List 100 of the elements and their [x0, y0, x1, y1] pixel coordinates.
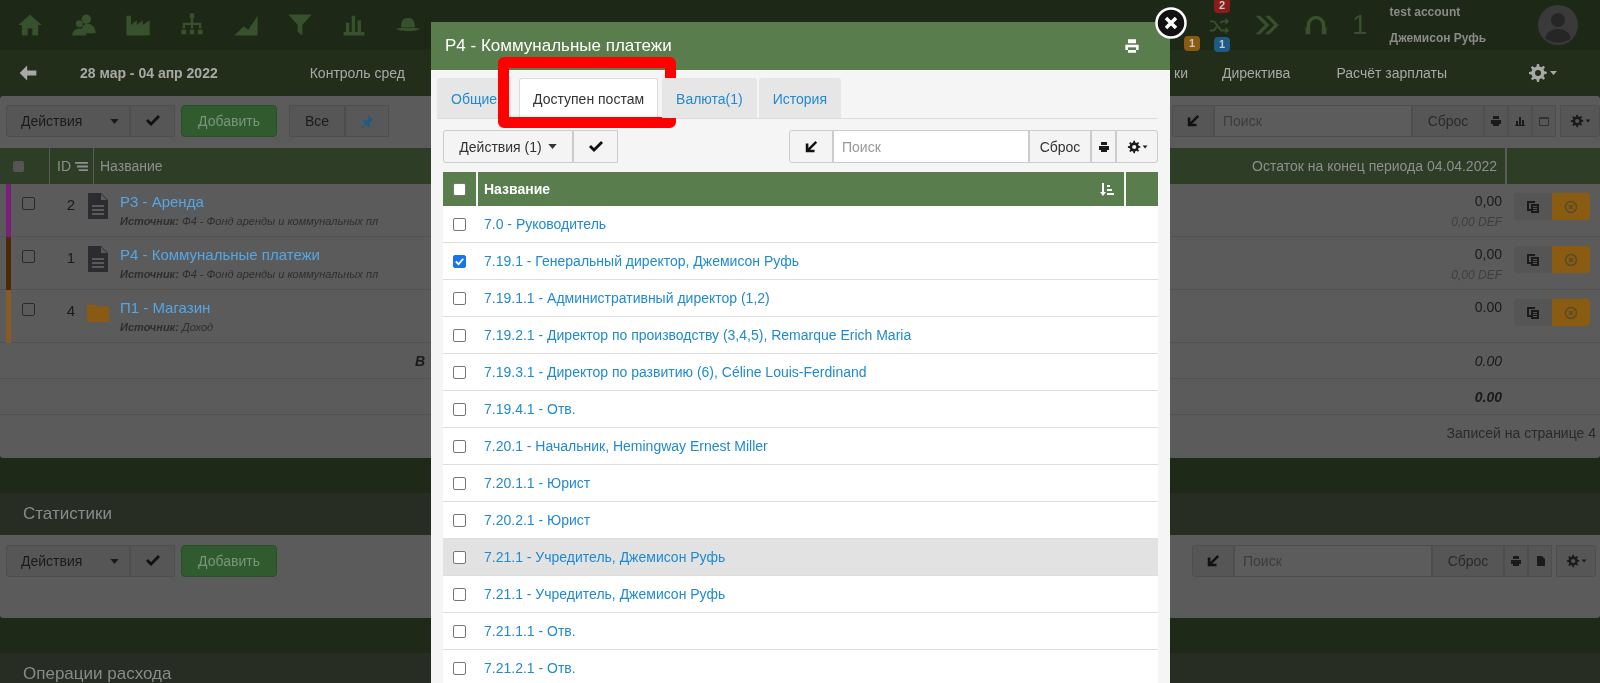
cancel-icon: [1564, 305, 1578, 320]
settings-icon[interactable]: [1527, 63, 1557, 83]
delete-button[interactable]: [1552, 246, 1590, 273]
post-link[interactable]: 7.19.4.1 - Отв.: [476, 401, 576, 417]
checkbox[interactable]: [453, 217, 466, 231]
back-arrow-icon[interactable]: [18, 63, 38, 83]
checkbox[interactable]: [22, 250, 35, 263]
period-label[interactable]: 28 мар - 04 апр 2022: [80, 65, 218, 81]
actions-dropdown[interactable]: Действия: [6, 545, 130, 577]
document-icon: [87, 193, 109, 219]
copy-icon: [1526, 199, 1540, 214]
checkbox[interactable]: [22, 197, 35, 210]
item-link[interactable]: Р4 - Коммунальные платежи: [120, 246, 379, 263]
menu-link[interactable]: Директива: [1221, 65, 1291, 81]
sort-icon[interactable]: [75, 160, 88, 172]
table-row[interactable]: 7.19.1 - Генеральный директор, Джемисон Руфь: [443, 243, 1158, 280]
checkbox[interactable]: [453, 254, 466, 268]
select-all-checkbox[interactable]: [13, 160, 24, 172]
print-icon[interactable]: [1124, 38, 1140, 54]
table-row[interactable]: 7.20.1 - Начальник, Hemingway Ernest Miller: [443, 428, 1158, 465]
table-row[interactable]: 7.21.1 - Учредитель, Джемисон Руфь: [443, 576, 1158, 613]
checkbox[interactable]: [453, 661, 466, 675]
actions-dropdown[interactable]: Действия: [6, 105, 130, 137]
table-row[interactable]: 7.19.2.1 - Директор по производству (3,4,5), Remarque Erich Maria: [443, 317, 1158, 354]
table-row[interactable]: 7.20.1.1 - Юрист: [443, 465, 1158, 502]
delete-button[interactable]: [1552, 193, 1590, 220]
all-button[interactable]: Все: [289, 105, 345, 137]
checkbox[interactable]: [453, 476, 466, 490]
post-link[interactable]: 7.0 - Руководитель: [476, 216, 607, 232]
total-value: 0.00: [1474, 388, 1502, 405]
menu-link[interactable]: Расчёт зарплаты: [1336, 65, 1447, 81]
print-icon: [1490, 115, 1502, 127]
add-button[interactable]: Добавить: [181, 105, 277, 137]
post-link[interactable]: 7.21.1.1 - Отв.: [476, 623, 576, 639]
balance-value: 0,00: [1474, 193, 1502, 209]
post-link[interactable]: 7.20.2.1 - Юрист: [476, 512, 591, 528]
post-link[interactable]: 7.19.2.1 - Директор по производству (3,4,5), Remarque Erich Maria: [476, 327, 912, 343]
copy-button[interactable]: [1514, 299, 1552, 326]
settings-icon: [1569, 114, 1591, 128]
table-row[interactable]: 7.19.4.1 - Отв.: [443, 391, 1158, 428]
table-row[interactable]: 7.21.2.1 - Отв.: [443, 650, 1158, 683]
notification-badge: 1: [1184, 36, 1201, 51]
item-link[interactable]: П1 - Магазин: [120, 299, 214, 316]
menu-link[interactable]: ки: [1174, 65, 1188, 81]
delete-button[interactable]: [1552, 299, 1590, 326]
sort-icon[interactable]: [1100, 182, 1114, 196]
tab[interactable]: История: [758, 78, 841, 118]
copy-button[interactable]: [1514, 246, 1552, 273]
copy-button[interactable]: [1514, 193, 1552, 220]
avatar-icon[interactable]: [1537, 5, 1578, 45]
copy-icon: [1526, 305, 1540, 320]
table-row[interactable]: 7.19.3.1 - Директор по развитию (6), Céline Louis-Ferdinand: [443, 354, 1158, 391]
column-header[interactable]: Остаток на конец периода 04.04.2022: [1252, 158, 1505, 174]
post-link[interactable]: 7.20.1.1 - Юрист: [476, 475, 591, 491]
checkbox[interactable]: [453, 513, 466, 527]
arrow-icon: [804, 139, 818, 154]
user-name: Джемисон Руфь: [1389, 31, 1488, 45]
item-link[interactable]: Р3 - Аренда: [120, 193, 379, 210]
column-header[interactable]: Название: [93, 148, 163, 184]
column-header[interactable]: Название: [484, 181, 551, 197]
settings-icon: [1126, 139, 1148, 154]
checkbox[interactable]: [453, 328, 466, 342]
tab[interactable]: Валюта(1): [662, 78, 757, 118]
table-row[interactable]: 7.20.2.1 - Юрист: [443, 502, 1158, 539]
checkmark-icon: [144, 113, 161, 129]
modal-title: Р4 - Коммунальные платежи: [445, 36, 672, 56]
checkbox[interactable]: [22, 303, 35, 316]
post-link[interactable]: 7.20.1 - Начальник, Hemingway Ernest Miller: [476, 438, 768, 454]
tab[interactable]: Доступен постам: [519, 78, 659, 119]
post-link[interactable]: 7.19.3.1 - Директор по развитию (6), Céline Louis-Ferdinand: [476, 364, 867, 380]
table-row[interactable]: 7.21.1.1 - Отв.: [443, 613, 1158, 650]
add-button[interactable]: Добавить: [181, 545, 277, 577]
checkbox[interactable]: [453, 624, 466, 638]
arrow-icon: [1186, 114, 1200, 128]
id-cell-text: 4: [65, 302, 75, 319]
post-link[interactable]: 7.21.2.1 - Отв.: [476, 660, 576, 676]
menu-link[interactable]: Контроль сред: [309, 65, 405, 81]
checkbox[interactable]: [453, 365, 466, 379]
cancel-icon: [1564, 252, 1578, 267]
post-link[interactable]: 7.19.1.1 - Административный директор (1,2): [476, 290, 770, 306]
reset-button[interactable]: Сброс: [1029, 130, 1091, 163]
calendar-button[interactable]: [1532, 105, 1556, 137]
table-row[interactable]: 7.19.1.1 - Административный директор (1,2): [443, 280, 1158, 317]
column-header[interactable]: ID: [49, 148, 71, 184]
caret-icon: [110, 118, 119, 124]
checkbox[interactable]: [453, 587, 466, 601]
table-row[interactable]: 7.0 - Руководитель: [443, 206, 1158, 243]
table-row[interactable]: 7.21.1 - Учредитель, Джемисон Руфь: [443, 539, 1158, 576]
select-all-checkbox[interactable]: [453, 182, 466, 196]
bar-chart-icon: [1514, 115, 1526, 127]
checkbox[interactable]: [453, 439, 466, 453]
checkbox[interactable]: [453, 291, 466, 305]
post-link[interactable]: 7.21.1 - Учредитель, Джемисон Руфь: [476, 549, 726, 565]
chart-button[interactable]: [1508, 105, 1532, 137]
actions-dropdown[interactable]: Действия (1): [443, 130, 573, 163]
checkbox[interactable]: [453, 402, 466, 416]
export-button[interactable]: [1528, 545, 1552, 577]
checkbox[interactable]: [453, 550, 466, 564]
post-link[interactable]: 7.21.1 - Учредитель, Джемисон Руфь: [476, 586, 726, 602]
post-link[interactable]: 7.19.1 - Генеральный директор, Джемисон Руфь: [476, 253, 799, 269]
